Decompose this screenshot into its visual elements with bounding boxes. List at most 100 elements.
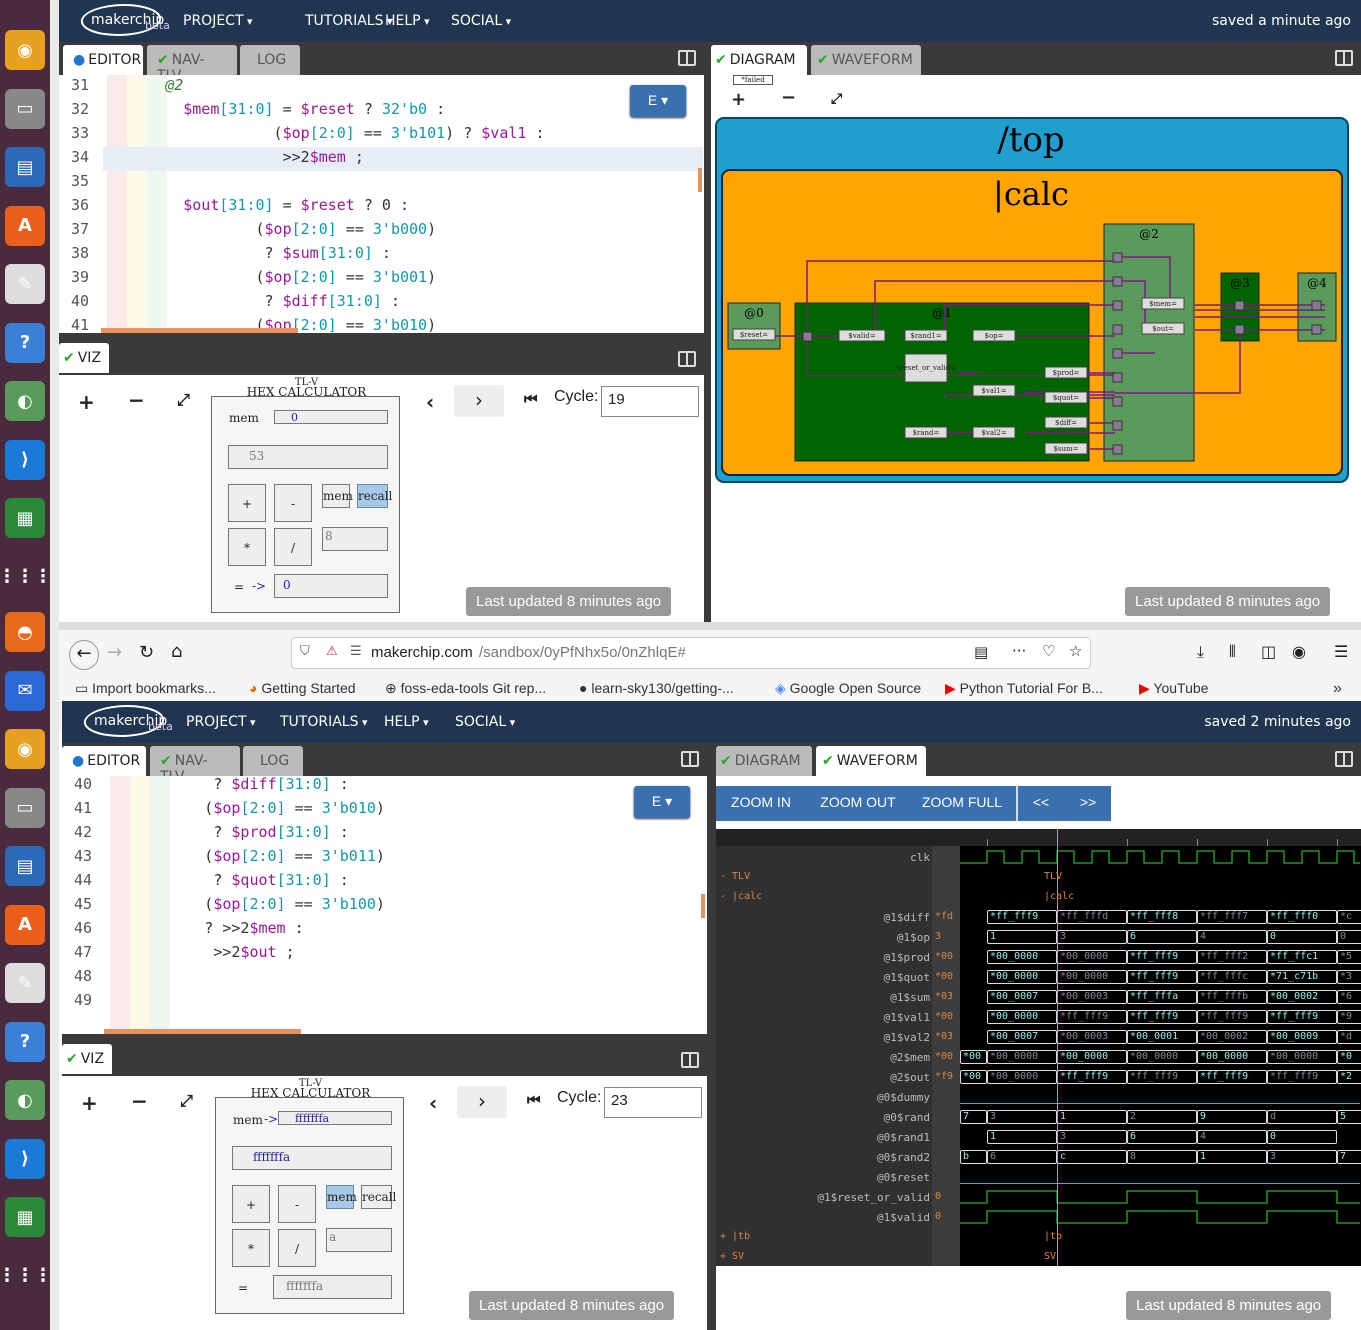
- help-icon[interactable]: ?: [5, 322, 45, 363]
- plus-button-2[interactable]: +: [232, 1185, 270, 1223]
- minus-button[interactable]: -: [274, 484, 312, 522]
- tab-editor[interactable]: ● EDITOR: [63, 45, 143, 75]
- pane-divider[interactable]: [704, 42, 711, 622]
- tab-diagram-2[interactable]: ✔ DIAGRAM: [716, 746, 812, 776]
- menu-help-2[interactable]: HELP: [384, 714, 429, 730]
- permissions-icon[interactable]: ☰: [350, 644, 362, 659]
- next-cycle-button[interactable]: ›: [454, 385, 504, 417]
- signal-value-box[interactable]: [1267, 1150, 1337, 1164]
- calc-icon[interactable]: ▦: [5, 498, 45, 538]
- text-editor-icon[interactable]: ✎: [5, 264, 45, 304]
- zoom-in-icon[interactable]: +: [78, 390, 95, 414]
- zoom-full-button[interactable]: ZOOM FULL: [910, 786, 1014, 818]
- signal-value-box[interactable]: [1127, 930, 1197, 944]
- recall-button-2[interactable]: recall: [361, 1185, 396, 1209]
- signal-value-box[interactable]: [1057, 930, 1127, 944]
- url-bar[interactable]: ⛉ ⚠ ☰ makerchip.com /sandbox/0yPfNhx5o/0…: [291, 637, 1091, 669]
- reload-icon[interactable]: ↻: [139, 642, 154, 663]
- reader-view-icon[interactable]: ▤: [974, 643, 988, 661]
- apps-grid-icon[interactable]: ⋮⋮⋮: [0, 1256, 52, 1296]
- software-icon[interactable]: A: [5, 904, 45, 945]
- bookmark-import[interactable]: ▭ Import bookmarks...: [75, 680, 216, 697]
- writer-icon[interactable]: ▤: [5, 846, 45, 886]
- plus-button[interactable]: +: [228, 484, 266, 522]
- split-pane-icon[interactable]: [678, 50, 696, 66]
- signal-value-box[interactable]: [987, 930, 1057, 944]
- menu-social[interactable]: SOCIAL: [451, 13, 511, 29]
- bookmark-learn-sky130[interactable]: ● learn-sky130/getting-...: [579, 680, 734, 696]
- bookmark-getting-started[interactable]: ◕ Getting Started: [249, 680, 356, 696]
- help-icon[interactable]: ?: [5, 1021, 45, 1062]
- menu-project-2[interactable]: PROJECT: [186, 714, 256, 730]
- signal-value-box[interactable]: [987, 1130, 1057, 1144]
- zoom-out-button[interactable]: ZOOM OUT: [810, 786, 906, 818]
- mem-button-2[interactable]: mem: [326, 1185, 357, 1209]
- menu-project[interactable]: PROJECT: [183, 13, 253, 29]
- cycle-input-2[interactable]: 23: [604, 1087, 702, 1118]
- vscode-icon[interactable]: ⟩: [5, 1138, 45, 1179]
- signal-value-box[interactable]: [1197, 1130, 1267, 1144]
- menu-tutorials[interactable]: TUTORIALS: [305, 13, 393, 29]
- bookmark-foss-eda[interactable]: ⊕ foss-eda-tools Git rep...: [385, 680, 546, 697]
- scroll-right-button[interactable]: >>: [1066, 786, 1110, 818]
- back-icon[interactable]: ←: [69, 640, 99, 670]
- fit-icon-2[interactable]: ⤢: [180, 1091, 193, 1111]
- split-pane-icon-viz-2[interactable]: [681, 1052, 699, 1068]
- tab-editor-2[interactable]: ● EDITOR: [62, 746, 146, 776]
- lock-icon[interactable]: ⚠: [326, 644, 338, 659]
- tab-log[interactable]: LOG: [240, 45, 300, 75]
- tab-waveform[interactable]: ✔ WAVEFORM: [811, 45, 921, 75]
- firefox-icon[interactable]: ◓: [5, 612, 45, 652]
- code-editor-2[interactable]: 40 ? $diff[31:0] : 41 ($op[2:0] == 3'b010…: [62, 776, 707, 1034]
- bookmark-star-icon[interactable]: ☆: [1069, 642, 1082, 660]
- divide-button-2[interactable]: /: [278, 1229, 316, 1267]
- tab-nav-tlv-2[interactable]: ✔NAV-TLV: [150, 746, 240, 785]
- cycle-input[interactable]: 19: [601, 386, 699, 417]
- image-viewer-icon[interactable]: ◐: [5, 1080, 45, 1120]
- menu-social-2[interactable]: SOCIAL: [455, 714, 515, 730]
- mem-button[interactable]: mem: [322, 484, 353, 508]
- writer-icon[interactable]: ▤: [5, 147, 45, 187]
- diagram-zoom-in-icon[interactable]: +: [731, 89, 746, 110]
- tab-nav-tlv[interactable]: ✔NAV-TLV: [147, 45, 237, 84]
- menu-help[interactable]: HELP: [385, 13, 430, 29]
- download-icon[interactable]: ⤓: [1197, 642, 1204, 662]
- signal-value-box[interactable]: [1267, 1130, 1337, 1144]
- signal-value-box[interactable]: [987, 1150, 1057, 1164]
- divide-button[interactable]: /: [274, 528, 312, 566]
- home-icon[interactable]: ⌂: [171, 641, 182, 662]
- files-icon[interactable]: ▭: [5, 88, 45, 129]
- multiply-button-2[interactable]: *: [232, 1229, 270, 1267]
- calc-icon[interactable]: ▦: [5, 1197, 45, 1237]
- e-menu-button[interactable]: E ▾: [630, 85, 686, 117]
- rhythmbox-icon[interactable]: ◉: [5, 30, 45, 70]
- zoom-out-icon-2[interactable]: −: [131, 1089, 148, 1113]
- recall-button[interactable]: recall: [357, 484, 392, 508]
- signal-value-box[interactable]: [1057, 1150, 1127, 1164]
- tab-diagram[interactable]: ✔ DIAGRAM: [711, 45, 807, 75]
- rhythmbox-icon[interactable]: ◉: [5, 729, 45, 769]
- diagram-fit-icon[interactable]: ⤢: [831, 91, 842, 107]
- signal-value-box[interactable]: [1267, 1110, 1337, 1124]
- code-editor[interactable]: 31 @2 32 $mem[31:0] = $reset ? 32'b0 :33 …: [59, 75, 704, 333]
- pocket-icon[interactable]: ♡: [1042, 642, 1055, 660]
- signal-value-box[interactable]: [1057, 1130, 1127, 1144]
- signal-value-box[interactable]: [1197, 1150, 1267, 1164]
- scroll-left-button[interactable]: <<: [1020, 786, 1062, 818]
- library-icon[interactable]: ⫴: [1229, 642, 1236, 662]
- signal-value-box[interactable]: [1127, 1130, 1197, 1144]
- sidebar-icon[interactable]: ◫: [1261, 642, 1276, 661]
- tab-waveform-2[interactable]: ✔ WAVEFORM: [816, 746, 926, 776]
- tab-viz[interactable]: ✔ VIZ: [59, 343, 109, 373]
- bookmark-python-tutorial[interactable]: ▶ Python Tutorial For B...: [945, 680, 1103, 697]
- shield-icon[interactable]: ⛉: [300, 644, 310, 659]
- bookmarks-overflow-icon[interactable]: »: [1333, 680, 1342, 698]
- prev-cycle-icon-2[interactable]: ‹: [429, 1091, 437, 1115]
- pipeline-diagram[interactable]: /top |calc @0 @1 @2 @3 @4 $reset= $valid…: [715, 117, 1351, 485]
- waveform-viewer[interactable]: clk - TLV TLV - |calc |calc @1$diff *fd *ff_fff…: [716, 829, 1361, 1266]
- text-editor-icon[interactable]: ✎: [5, 963, 45, 1003]
- first-cycle-icon[interactable]: ⏮: [524, 390, 538, 408]
- signal-value-box[interactable]: [1057, 1110, 1127, 1124]
- zoom-in-button[interactable]: ZOOM IN: [716, 786, 806, 818]
- thunderbird-icon[interactable]: ✉: [5, 670, 45, 711]
